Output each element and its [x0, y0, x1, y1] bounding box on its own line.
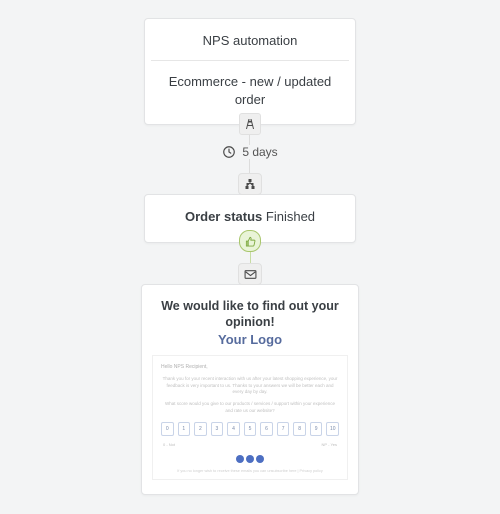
- sitemap-icon: [238, 173, 262, 195]
- trigger-title: NPS automation: [157, 33, 343, 48]
- condition-field: Order status: [185, 209, 262, 224]
- social-icon: [256, 455, 264, 463]
- condition-text: Order status Finished: [157, 209, 343, 224]
- email-footer: If you no longer wish to receive these e…: [161, 469, 339, 473]
- connector: 5 days: [222, 125, 277, 194]
- clock-icon: [222, 145, 236, 159]
- nps-cell: 0: [161, 422, 174, 436]
- delay-step[interactable]: 5 days: [222, 145, 277, 159]
- nps-cell: 3: [211, 422, 224, 436]
- scale-low: 0 - Not: [163, 442, 175, 447]
- email-logo: Your Logo: [152, 332, 348, 347]
- envelope-icon: [238, 263, 262, 285]
- social-icon: [246, 455, 254, 463]
- condition-card[interactable]: Order status Finished: [144, 194, 356, 243]
- delay-label: 5 days: [242, 145, 277, 159]
- condition-value: Finished: [266, 209, 315, 224]
- social-icons: [161, 455, 339, 463]
- thumbs-up-icon: [239, 230, 261, 252]
- nps-cell: 4: [227, 422, 240, 436]
- nps-scale-labels: 0 - Not NP - Yes: [161, 442, 339, 451]
- email-headline: We would like to find out your opinion!: [152, 299, 348, 330]
- divider: [151, 60, 349, 61]
- nps-cell: 7: [277, 422, 290, 436]
- nps-cell: 9: [310, 422, 323, 436]
- social-icon: [236, 455, 244, 463]
- flow-line: [249, 159, 250, 173]
- road-icon: [239, 113, 261, 135]
- email-body-2: What score would you give to our product…: [161, 401, 339, 414]
- scale-high: NP - Yes: [322, 442, 338, 447]
- email-body-1: Thank you for your recent interaction wi…: [161, 376, 339, 395]
- nps-cell: 1: [178, 422, 191, 436]
- trigger-subtitle: Ecommerce - new / updated order: [157, 73, 343, 108]
- nps-scale: 012345678910: [161, 422, 339, 436]
- trigger-card[interactable]: NPS automation Ecommerce - new / updated…: [144, 18, 356, 125]
- nps-cell: 8: [293, 422, 306, 436]
- nps-cell: 5: [244, 422, 257, 436]
- email-greeting: Hello NPS Recipient,: [161, 364, 339, 370]
- email-card[interactable]: We would like to find out your opinion! …: [141, 284, 359, 495]
- nps-cell: 10: [326, 422, 339, 436]
- nps-cell: 6: [260, 422, 273, 436]
- nps-cell: 2: [194, 422, 207, 436]
- email-preview: Hello NPS Recipient, Thank you for your …: [152, 355, 348, 479]
